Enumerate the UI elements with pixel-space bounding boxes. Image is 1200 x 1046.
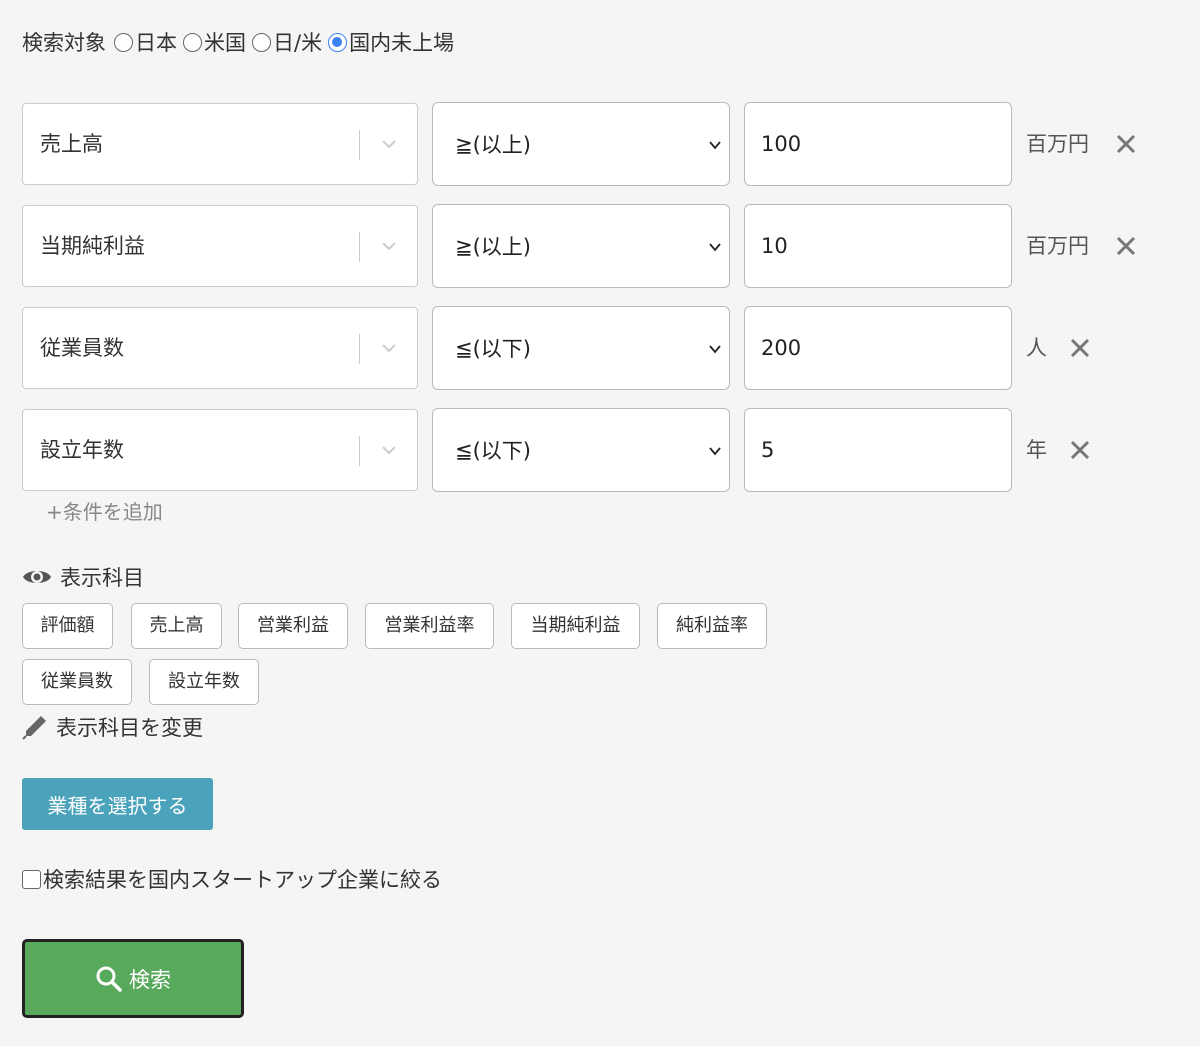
display-tag[interactable]: 純利益率 — [657, 603, 767, 649]
search-button-label: 検索 — [129, 967, 171, 992]
chevron-down-icon[interactable] — [379, 134, 399, 154]
display-items-title: 表示科目 — [60, 566, 144, 590]
value-input[interactable] — [744, 102, 1012, 186]
change-display-items-link[interactable]: 表示科目を変更 — [22, 712, 203, 742]
operator-select[interactable]: ≦(以下) — [432, 408, 730, 492]
display-items-heading: 表示科目 — [22, 562, 144, 592]
display-tag[interactable]: 売上高 — [131, 603, 222, 649]
field-select-separator — [359, 232, 360, 262]
unit-label: 百万円 — [1026, 132, 1089, 156]
radio-circle[interactable] — [252, 32, 271, 52]
operator-select[interactable]: ≧(以上) — [432, 102, 730, 186]
radio-circle[interactable] — [114, 32, 133, 52]
close-icon[interactable] — [1114, 132, 1138, 156]
radio-label: 国内未上場 — [349, 31, 455, 55]
display-tag[interactable]: 営業利益率 — [365, 603, 494, 649]
close-icon[interactable] — [1068, 438, 1092, 462]
operator-select[interactable]: ≧(以上) — [432, 204, 730, 288]
change-display-items-label: 表示科目を変更 — [56, 716, 203, 740]
chevron-down-icon — [709, 141, 721, 150]
close-icon[interactable] — [1114, 234, 1138, 258]
radio-japan[interactable]: 日本 — [114, 27, 177, 57]
field-select[interactable]: 当期純利益 — [22, 205, 418, 287]
startup-filter-label: 検索結果を国内スタートアップ企業に絞る — [43, 868, 442, 892]
condition-row: 売上高 ≧(以上) 百万円 — [22, 102, 1182, 186]
operator-select[interactable]: ≦(以下) — [432, 306, 730, 390]
unit-label: 人 — [1026, 336, 1047, 360]
radio-circle-checked[interactable] — [328, 32, 348, 52]
search-form: 検索対象 日本 米国 日/米 国内未上場 売上高 ≧(以上) 百万円 — [0, 0, 1200, 1046]
condition-row: 当期純利益 ≧(以上) 百万円 — [22, 204, 1182, 288]
field-select-value: 従業員数 — [40, 336, 124, 360]
select-industry-button[interactable]: 業種を選択する — [22, 778, 213, 830]
value-input[interactable] — [744, 408, 1012, 492]
unit-label: 百万円 — [1026, 234, 1089, 258]
field-select-separator — [359, 130, 360, 160]
field-select-separator — [359, 334, 360, 364]
pencil-icon — [22, 716, 46, 740]
add-condition-link[interactable]: +条件を追加 — [46, 496, 163, 525]
display-tag[interactable]: 設立年数 — [149, 659, 259, 705]
chevron-down-icon[interactable] — [379, 338, 399, 358]
radio-japan-us[interactable]: 日/米 — [252, 27, 322, 57]
value-input[interactable] — [744, 204, 1012, 288]
field-select-separator — [359, 436, 360, 466]
display-tag[interactable]: 評価額 — [22, 603, 113, 649]
close-icon[interactable] — [1068, 336, 1092, 360]
search-target-row: 検索対象 日本 米国 日/米 国内未上場 — [22, 26, 460, 58]
field-select[interactable]: 従業員数 — [22, 307, 418, 389]
field-select-value: 当期純利益 — [40, 234, 145, 258]
chevron-down-icon — [709, 345, 721, 354]
radio-circle[interactable] — [183, 32, 202, 52]
display-tag[interactable]: 営業利益 — [238, 603, 348, 649]
chevron-down-icon — [709, 243, 721, 252]
unit-label: 年 — [1026, 438, 1047, 462]
search-icon — [96, 966, 122, 992]
operator-select-value: ≧(以上) — [455, 235, 531, 259]
startup-filter[interactable]: 検索結果を国内スタートアップ企業に絞る — [22, 864, 442, 894]
condition-row: 設立年数 ≦(以下) 年 — [22, 408, 1182, 492]
field-select[interactable]: 設立年数 — [22, 409, 418, 491]
chevron-down-icon — [709, 447, 721, 456]
search-button[interactable]: 検索 — [22, 939, 244, 1018]
operator-select-value: ≦(以下) — [455, 337, 531, 361]
chevron-down-icon[interactable] — [379, 236, 399, 256]
display-tag[interactable]: 従業員数 — [22, 659, 132, 705]
operator-select-value: ≧(以上) — [455, 133, 531, 157]
eye-icon — [23, 571, 51, 583]
radio-domestic-unlisted[interactable]: 国内未上場 — [328, 27, 454, 57]
field-select-value: 設立年数 — [40, 438, 124, 462]
radio-us[interactable]: 米国 — [183, 27, 246, 57]
radio-label: 米国 — [204, 31, 246, 55]
condition-row: 従業員数 ≦(以下) 人 — [22, 306, 1182, 390]
operator-select-value: ≦(以下) — [455, 439, 531, 463]
startup-filter-checkbox[interactable] — [22, 869, 41, 889]
field-select-value: 売上高 — [40, 132, 103, 156]
display-tag[interactable]: 当期純利益 — [511, 603, 640, 649]
radio-label: 日/米 — [273, 31, 323, 55]
radio-label: 日本 — [135, 31, 177, 55]
search-target-label: 検索対象 — [22, 31, 106, 55]
value-input[interactable] — [744, 306, 1012, 390]
field-select[interactable]: 売上高 — [22, 103, 418, 185]
chevron-down-icon[interactable] — [379, 440, 399, 460]
